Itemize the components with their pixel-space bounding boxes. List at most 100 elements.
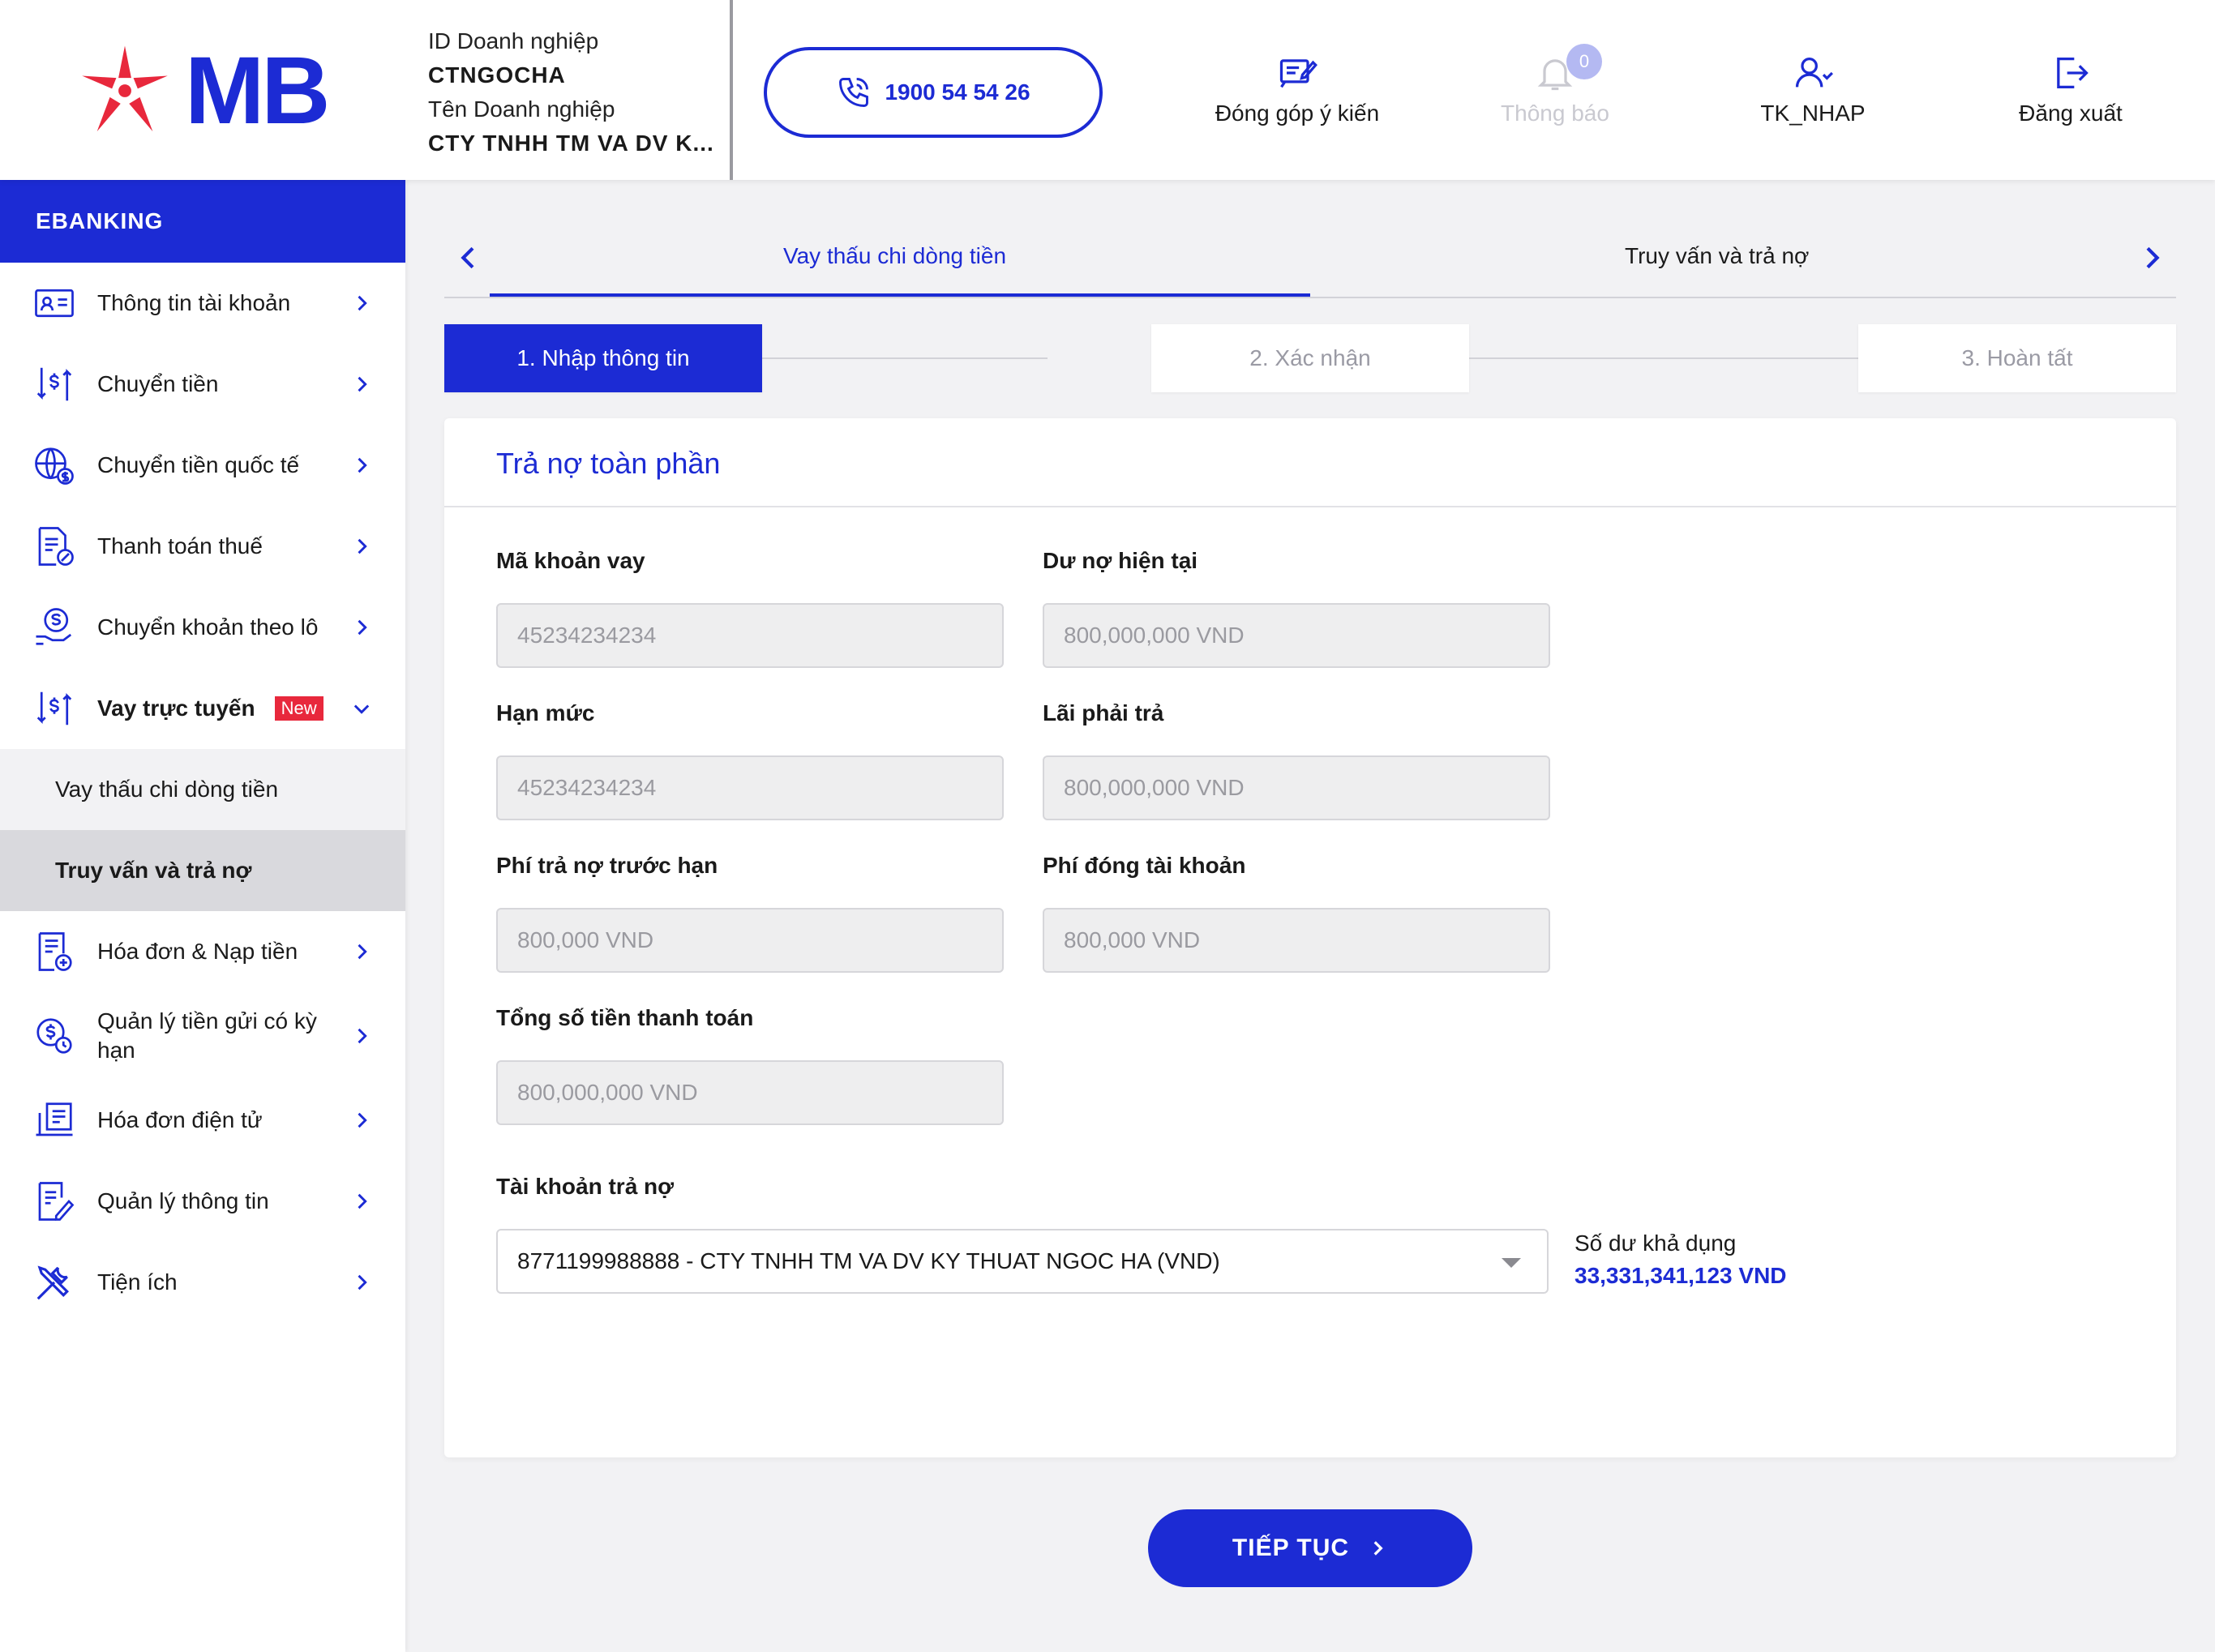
account-closing-fee-field: Phí đóng tài khoản 800,000 VND <box>1043 853 1550 973</box>
sidebar-item-label: Thanh toán thuế <box>97 533 263 559</box>
chevron-right-icon <box>358 1028 367 1044</box>
logout-label: Đăng xuất <box>2019 101 2123 126</box>
field-label: Tổng số tiền thanh toán <box>496 1005 754 1030</box>
repayment-account-select[interactable]: 8771199988888 - CTY TNHH TM VA DV KY THU… <box>496 1229 1549 1294</box>
limit-input: 45234234234 <box>496 755 1004 820</box>
hotline-button[interactable]: 1900 54 54 26 <box>764 47 1103 138</box>
user-icon <box>1795 58 1833 88</box>
sidebar-item-transfer[interactable]: Chuyển tiền <box>0 344 405 425</box>
sidebar-item-online-loan[interactable]: Vay trực tuyến New <box>0 668 405 749</box>
step-confirm: 2. Xác nhận <box>1151 324 1469 392</box>
sidebar-item-label: Vay trực tuyến <box>97 695 255 721</box>
sidebar: EBANKING Thông tin tài khoản Chuyển tiền… <box>0 180 405 1652</box>
loan-tabs: Vay thấu chi dòng tiền Truy vấn và trả n… <box>444 217 2176 298</box>
logo-text: MB <box>185 37 331 144</box>
repayment-account-field: Tài khoản trả nợ 8771199988888 - CTY TNH… <box>496 1174 1549 1294</box>
current-debt-input: 800,000,000 VND <box>1043 603 1550 668</box>
chevron-down-icon <box>353 704 370 714</box>
mb-logo[interactable]: MB <box>71 34 347 148</box>
sidebar-subitem-overdraft-loan[interactable]: Vay thấu chi dòng tiền <box>0 749 405 830</box>
chevron-left-icon[interactable] <box>452 242 485 274</box>
field-label: Phí trả nợ trước hạn <box>496 853 718 878</box>
sidebar-item-label: Chuyển tiền <box>97 371 219 396</box>
sidebar-item-bills-topup[interactable]: Hóa đơn & Nạp tiền <box>0 911 405 992</box>
sidebar-item-info-management[interactable]: Quản lý thông tin <box>0 1161 405 1242</box>
sidebar-item-label: Quản lý thông tin <box>97 1188 269 1213</box>
business-name: CTY TNHH TM VA DV K... <box>428 131 714 156</box>
chevron-right-icon <box>358 944 367 960</box>
logout-button[interactable]: Đăng xuất <box>1973 52 2168 126</box>
sidebar-item-label: Hóa đơn điện tử <box>97 1107 263 1132</box>
balance-value: 33,331,341,123 VND <box>1574 1263 1787 1288</box>
sidebar-item-utilities[interactable]: Tiện ích <box>0 1242 405 1323</box>
field-label: Phí đóng tài khoản <box>1043 853 1246 878</box>
edit-doc-icon <box>38 1182 75 1221</box>
business-id: CTNGOCHA <box>428 62 566 88</box>
sidebar-item-e-invoice[interactable]: Hóa đơn điện tử <box>0 1080 405 1161</box>
total-payment-field: Tổng số tiền thanh toán 800,000,000 VND <box>496 1005 1004 1125</box>
notification-count-badge: 0 <box>1566 44 1602 79</box>
sidebar-item-term-deposit[interactable]: Quản lý tiền gửi có kỳ hạn <box>0 992 405 1080</box>
sidebar-item-batch-transfer[interactable]: Chuyển khoản theo lô <box>0 587 405 668</box>
continue-button[interactable]: TIẾP TỤC <box>1148 1509 1472 1587</box>
chevron-right-icon <box>1373 1541 1383 1556</box>
chevron-right-icon <box>358 295 367 311</box>
loan-code-field: Mã khoản vay 45234234234 <box>496 548 1004 668</box>
step-complete: 3. Hoàn tất <box>1858 324 2176 392</box>
sidebar-item-tax-payment[interactable]: Thanh toán thuế <box>0 506 405 587</box>
tab-query-repay[interactable]: Truy vấn và trả nợ <box>1625 243 1809 269</box>
chevron-right-icon <box>358 1274 367 1290</box>
feedback-label: Đóng góp ý kiến <box>1215 101 1380 126</box>
chevron-right-icon[interactable] <box>2136 242 2168 274</box>
sidebar-subitem-query-repay[interactable]: Truy vấn và trả nợ <box>0 830 405 911</box>
active-tab-indicator <box>490 293 1310 297</box>
sidebar-item-international-transfer[interactable]: Chuyển tiền quốc tế <box>0 425 405 506</box>
field-label: Dư nợ hiện tại <box>1043 548 1198 573</box>
phone-icon <box>839 78 869 107</box>
field-label: Lãi phải trả <box>1043 700 1164 725</box>
sidebar-item-label: Chuyển khoản theo lô <box>97 614 319 640</box>
ebill-icon <box>36 1102 73 1136</box>
selected-account: 8771199988888 - CTY TNHH TM VA DV KY THU… <box>517 1248 1220 1273</box>
sidebar-item-account-info[interactable]: Thông tin tài khoản <box>0 263 405 344</box>
notifications-button[interactable]: Thông báo <box>1458 52 1652 126</box>
new-badge: New <box>274 696 323 721</box>
hotline-number: 1900 54 54 26 <box>885 79 1030 105</box>
account-closing-fee-input: 800,000 VND <box>1043 908 1550 973</box>
field-label: Mã khoản vay <box>496 548 645 573</box>
mb-star-icon <box>82 45 168 132</box>
sidebar-item-label: Chuyển tiền quốc tế <box>97 452 300 477</box>
business-name-label: Tên Doanh nghiệp <box>428 96 615 122</box>
interest-field: Lãi phải trả 800,000,000 VND <box>1043 700 1550 820</box>
deposit-icon <box>36 1018 72 1054</box>
tab-overdraft-loan[interactable]: Vay thấu chi dòng tiền <box>783 243 1006 269</box>
hand-coin-icon <box>36 608 72 645</box>
sidebar-item-label: Thông tin tài khoản <box>97 290 291 315</box>
user-menu[interactable]: TK_NHAP <box>1716 52 1910 126</box>
available-balance: Số dư khả dụng 33,331,341,123 VND <box>1574 1227 1787 1292</box>
tools-icon <box>36 1265 69 1300</box>
early-repayment-fee-field: Phí trả nợ trước hạn 800,000 VND <box>496 853 1004 973</box>
business-info: ID Doanh nghiệp CTNGOCHA Tên Doanh nghiệ… <box>428 24 728 160</box>
id-card-icon <box>35 289 74 318</box>
feedback-button[interactable]: Đóng góp ý kiến <box>1200 52 1395 126</box>
chevron-right-icon <box>358 538 367 554</box>
tax-doc-icon <box>38 527 74 566</box>
step-enter-info: 1. Nhập thông tin <box>444 324 762 392</box>
form-title: Trả nợ toàn phần <box>444 418 2176 507</box>
step-connector <box>762 357 1048 359</box>
logout-icon <box>2057 58 2089 88</box>
sidebar-item-label: Hóa đơn & Nạp tiền <box>97 939 298 964</box>
chevron-right-icon <box>358 1112 367 1128</box>
field-label: Hạn mức <box>496 700 595 725</box>
sidebar-submenu: Vay thấu chi dòng tiền Truy vấn và trả n… <box>0 749 405 911</box>
header-divider <box>730 0 733 180</box>
field-label: Tài khoản trả nợ <box>496 1174 675 1199</box>
limit-field: Hạn mức 45234234234 <box>496 700 1004 820</box>
chevron-right-icon <box>358 1193 367 1209</box>
chevron-right-icon <box>358 457 367 473</box>
bill-icon <box>38 932 72 971</box>
current-debt-field: Dư nợ hiện tại 800,000,000 VND <box>1043 548 1550 668</box>
feedback-icon <box>1279 59 1317 88</box>
loan-icon <box>36 691 72 725</box>
